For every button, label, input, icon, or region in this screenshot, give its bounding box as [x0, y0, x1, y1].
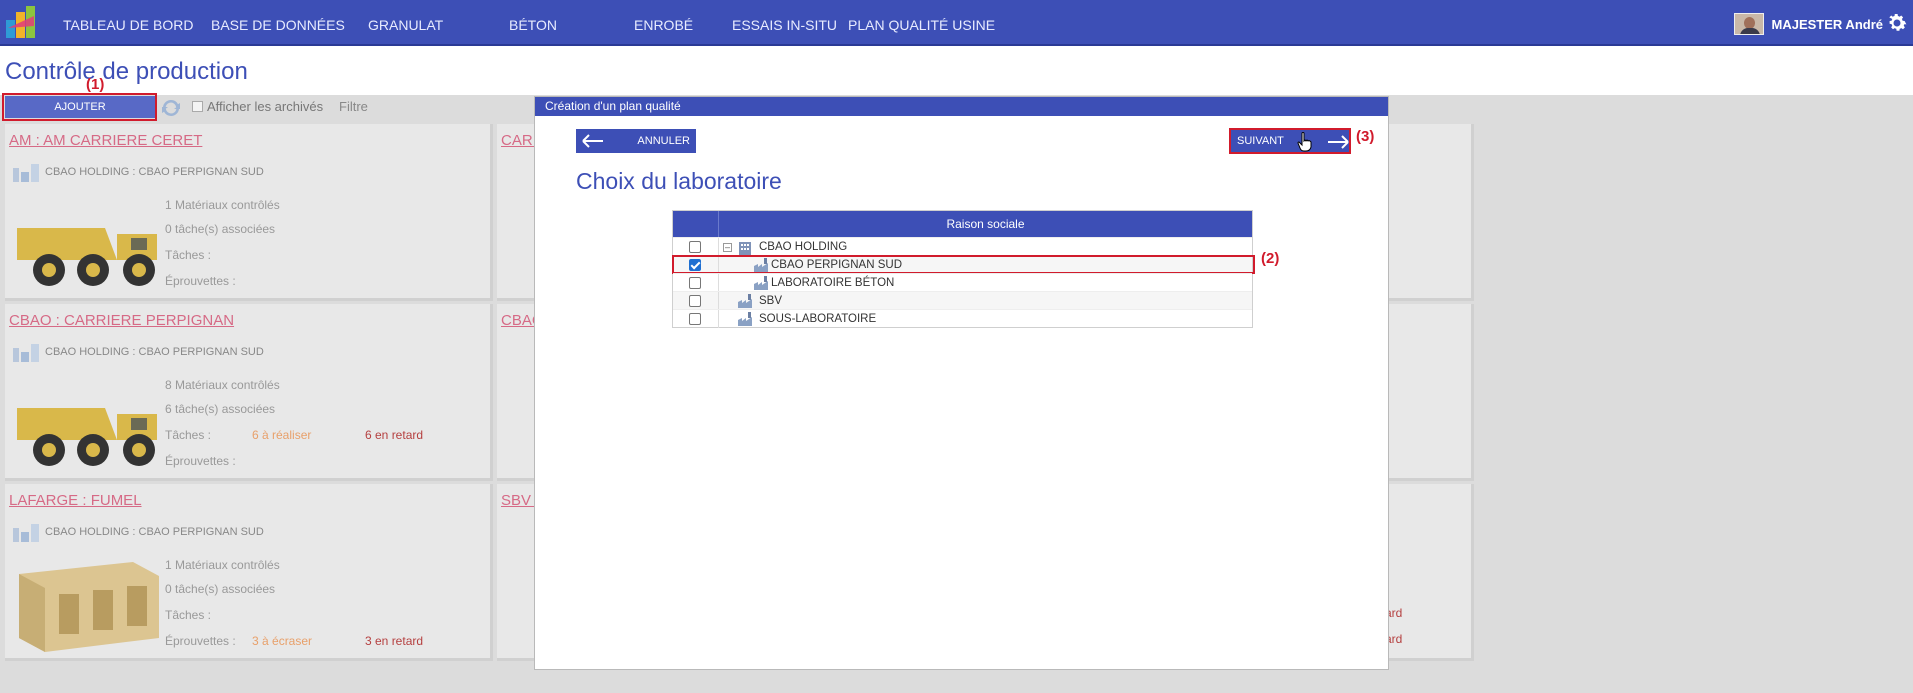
gear-icon[interactable]: [1885, 11, 1909, 35]
factory-icon: [13, 344, 39, 362]
header-raison-sociale: Raison sociale: [946, 217, 1025, 231]
refresh-icon[interactable]: [160, 97, 182, 119]
row-label: SBV: [759, 294, 783, 307]
tasks-associated: 6 tâche(s) associées: [165, 402, 276, 416]
row-label-cell: LABORATOIRE BÉTON: [719, 274, 1252, 292]
table-row[interactable]: – CBAO HOLDING: [673, 237, 1252, 256]
next-button[interactable]: SUIVANT: [1229, 128, 1351, 154]
dialog-header: Création d'un plan qualité: [535, 97, 1388, 116]
tasks-label: Tâches :: [165, 608, 212, 622]
arrow-left-icon: [582, 134, 603, 148]
top-navbar: TABLEAU DE BORD BASE DE DONNÉES GRANULAT…: [0, 0, 1913, 46]
archive-checkbox[interactable]: [192, 101, 203, 112]
factory-icon: [13, 524, 39, 542]
cancel-button[interactable]: ANNULER: [576, 129, 696, 153]
create-quality-plan-dialog: Création d'un plan qualité ANNULER SUIVA…: [534, 96, 1389, 670]
table-row[interactable]: SOUS-LABORATOIRE: [673, 309, 1252, 328]
nav-beton[interactable]: BÉTON: [509, 0, 557, 46]
card-title[interactable]: AM : AM CARRIERE CERET: [9, 132, 202, 149]
card-title[interactable]: CBAO : CARRIERE PERPIGNAN: [9, 312, 234, 329]
table-row[interactable]: SBV: [673, 291, 1252, 310]
nav-tableau-de-bord[interactable]: TABLEAU DE BORD: [63, 0, 193, 46]
card-subtitle: CBAO HOLDING : CBAO PERPIGNAN SUD: [45, 526, 264, 538]
row-check-cell: [673, 255, 719, 274]
row-label: SOUS-LABORATOIRE: [759, 312, 877, 325]
row-label: LABORATOIRE BÉTON: [771, 276, 895, 289]
samples-late: 3 en retard: [365, 634, 424, 648]
row-label: CBAO HOLDING: [759, 240, 848, 253]
building-icon: [739, 241, 751, 255]
card-lafarge-fumel[interactable]: LAFARGE : FUMEL CBAO HOLDING : CBAO PERP…: [5, 484, 493, 661]
dump-truck-icon: [17, 408, 157, 466]
table-row[interactable]: CBAO PERPIGNAN SUD: [672, 255, 1255, 274]
table-row[interactable]: LABORATOIRE BÉTON: [673, 273, 1252, 292]
card-am-carriere-ceret[interactable]: AM : AM CARRIERE CERET CBAO HOLDING : CB…: [5, 124, 493, 301]
samples-todo: 3 à écraser: [252, 634, 313, 648]
tasks-associated: 0 tâche(s) associées: [165, 222, 276, 236]
nav-base-de-donnees[interactable]: BASE DE DONNÉES: [211, 0, 345, 46]
annotation-3: (3): [1356, 128, 1375, 145]
card-carriere-perpignan[interactable]: CBAO : CARRIERE PERPIGNAN CBAO HOLDING :…: [5, 304, 493, 481]
tasks-associated: 0 tâche(s) associées: [165, 582, 276, 596]
filter-label[interactable]: Filtre: [339, 99, 368, 114]
row-checkbox[interactable]: [689, 240, 701, 253]
row-check-cell: [673, 273, 719, 292]
row-check-cell: [673, 291, 719, 310]
dump-truck-icon: [17, 228, 157, 286]
row-checkbox[interactable]: [689, 294, 701, 307]
row-check-cell: [673, 237, 719, 256]
materials-count: 1 Matériaux contrôlés: [165, 558, 280, 572]
row-label-cell: SOUS-LABORATOIRE: [719, 310, 1252, 328]
lab-icon: [754, 257, 768, 272]
annotation-2: (2): [1261, 250, 1280, 267]
card-subtitle: CBAO HOLDING : CBAO PERPIGNAN SUD: [45, 166, 264, 178]
arrow-right-icon: [1328, 135, 1349, 149]
lab-icon: [738, 311, 752, 326]
row-label: CBAO PERPIGNAN SUD: [771, 258, 902, 271]
nav-granulat[interactable]: GRANULAT: [368, 0, 443, 46]
factory-icon: [13, 164, 39, 182]
user-name: MAJESTER André: [1771, 16, 1883, 32]
card-subtitle: CBAO HOLDING : CBAO PERPIGNAN SUD: [45, 346, 264, 358]
dialog-title: Choix du laboratoire: [576, 168, 782, 194]
row-label-cell: – CBAO HOLDING: [719, 238, 1252, 256]
nav-plan-qualite-usine[interactable]: PLAN QUALITÉ USINE: [848, 0, 995, 46]
materials-count: 8 Matériaux contrôlés: [165, 378, 280, 392]
materials-count: 1 Matériaux contrôlés: [165, 198, 280, 212]
header-check-column: [673, 211, 719, 237]
archive-label: Afficher les archivés: [207, 99, 324, 114]
samples-label: Éprouvettes :: [165, 454, 236, 468]
page-title: Contrôle de production: [5, 58, 248, 85]
collapse-toggle-icon[interactable]: –: [723, 242, 732, 252]
laboratory-table: Raison sociale – CBAO HOLDING CBAO PERPI…: [672, 210, 1255, 328]
samples-label: Éprouvettes :: [165, 274, 236, 288]
tasks-todo: 6 à réaliser: [252, 428, 312, 442]
row-checkbox[interactable]: [689, 312, 701, 325]
app-logo-icon[interactable]: [4, 4, 38, 40]
row-label-cell: CBAO PERPIGNAN SUD: [719, 256, 1252, 274]
hand-cursor-icon: [1297, 132, 1312, 152]
tasks-late: 6 en retard: [365, 428, 424, 442]
annotation-1: (1): [86, 76, 105, 93]
next-label: SUIVANT: [1237, 135, 1284, 147]
table-header: Raison sociale: [673, 211, 1252, 237]
user-menu[interactable]: MAJESTER André: [1733, 12, 1883, 36]
row-check-cell: [673, 309, 719, 328]
nav-essais-in-situ[interactable]: ESSAIS IN-SITU: [732, 0, 837, 46]
lab-icon: [754, 275, 768, 290]
row-label-cell: SBV: [719, 292, 1252, 310]
annotation-box-1: [2, 93, 157, 121]
nav-enrobe[interactable]: ENROBÉ: [634, 0, 693, 46]
card-title[interactable]: CARI: [501, 132, 537, 149]
lab-icon: [738, 293, 752, 308]
row-checkbox[interactable]: [689, 258, 701, 271]
row-checkbox[interactable]: [689, 276, 701, 289]
cancel-label: ANNULER: [637, 135, 690, 147]
avatar: [1733, 13, 1764, 35]
tasks-label: Tâches :: [165, 428, 212, 442]
concrete-block-icon: [19, 562, 159, 652]
tasks-label: Tâches :: [165, 248, 212, 262]
card-title[interactable]: LAFARGE : FUMEL: [9, 492, 142, 509]
samples-label: Éprouvettes :: [165, 634, 236, 648]
